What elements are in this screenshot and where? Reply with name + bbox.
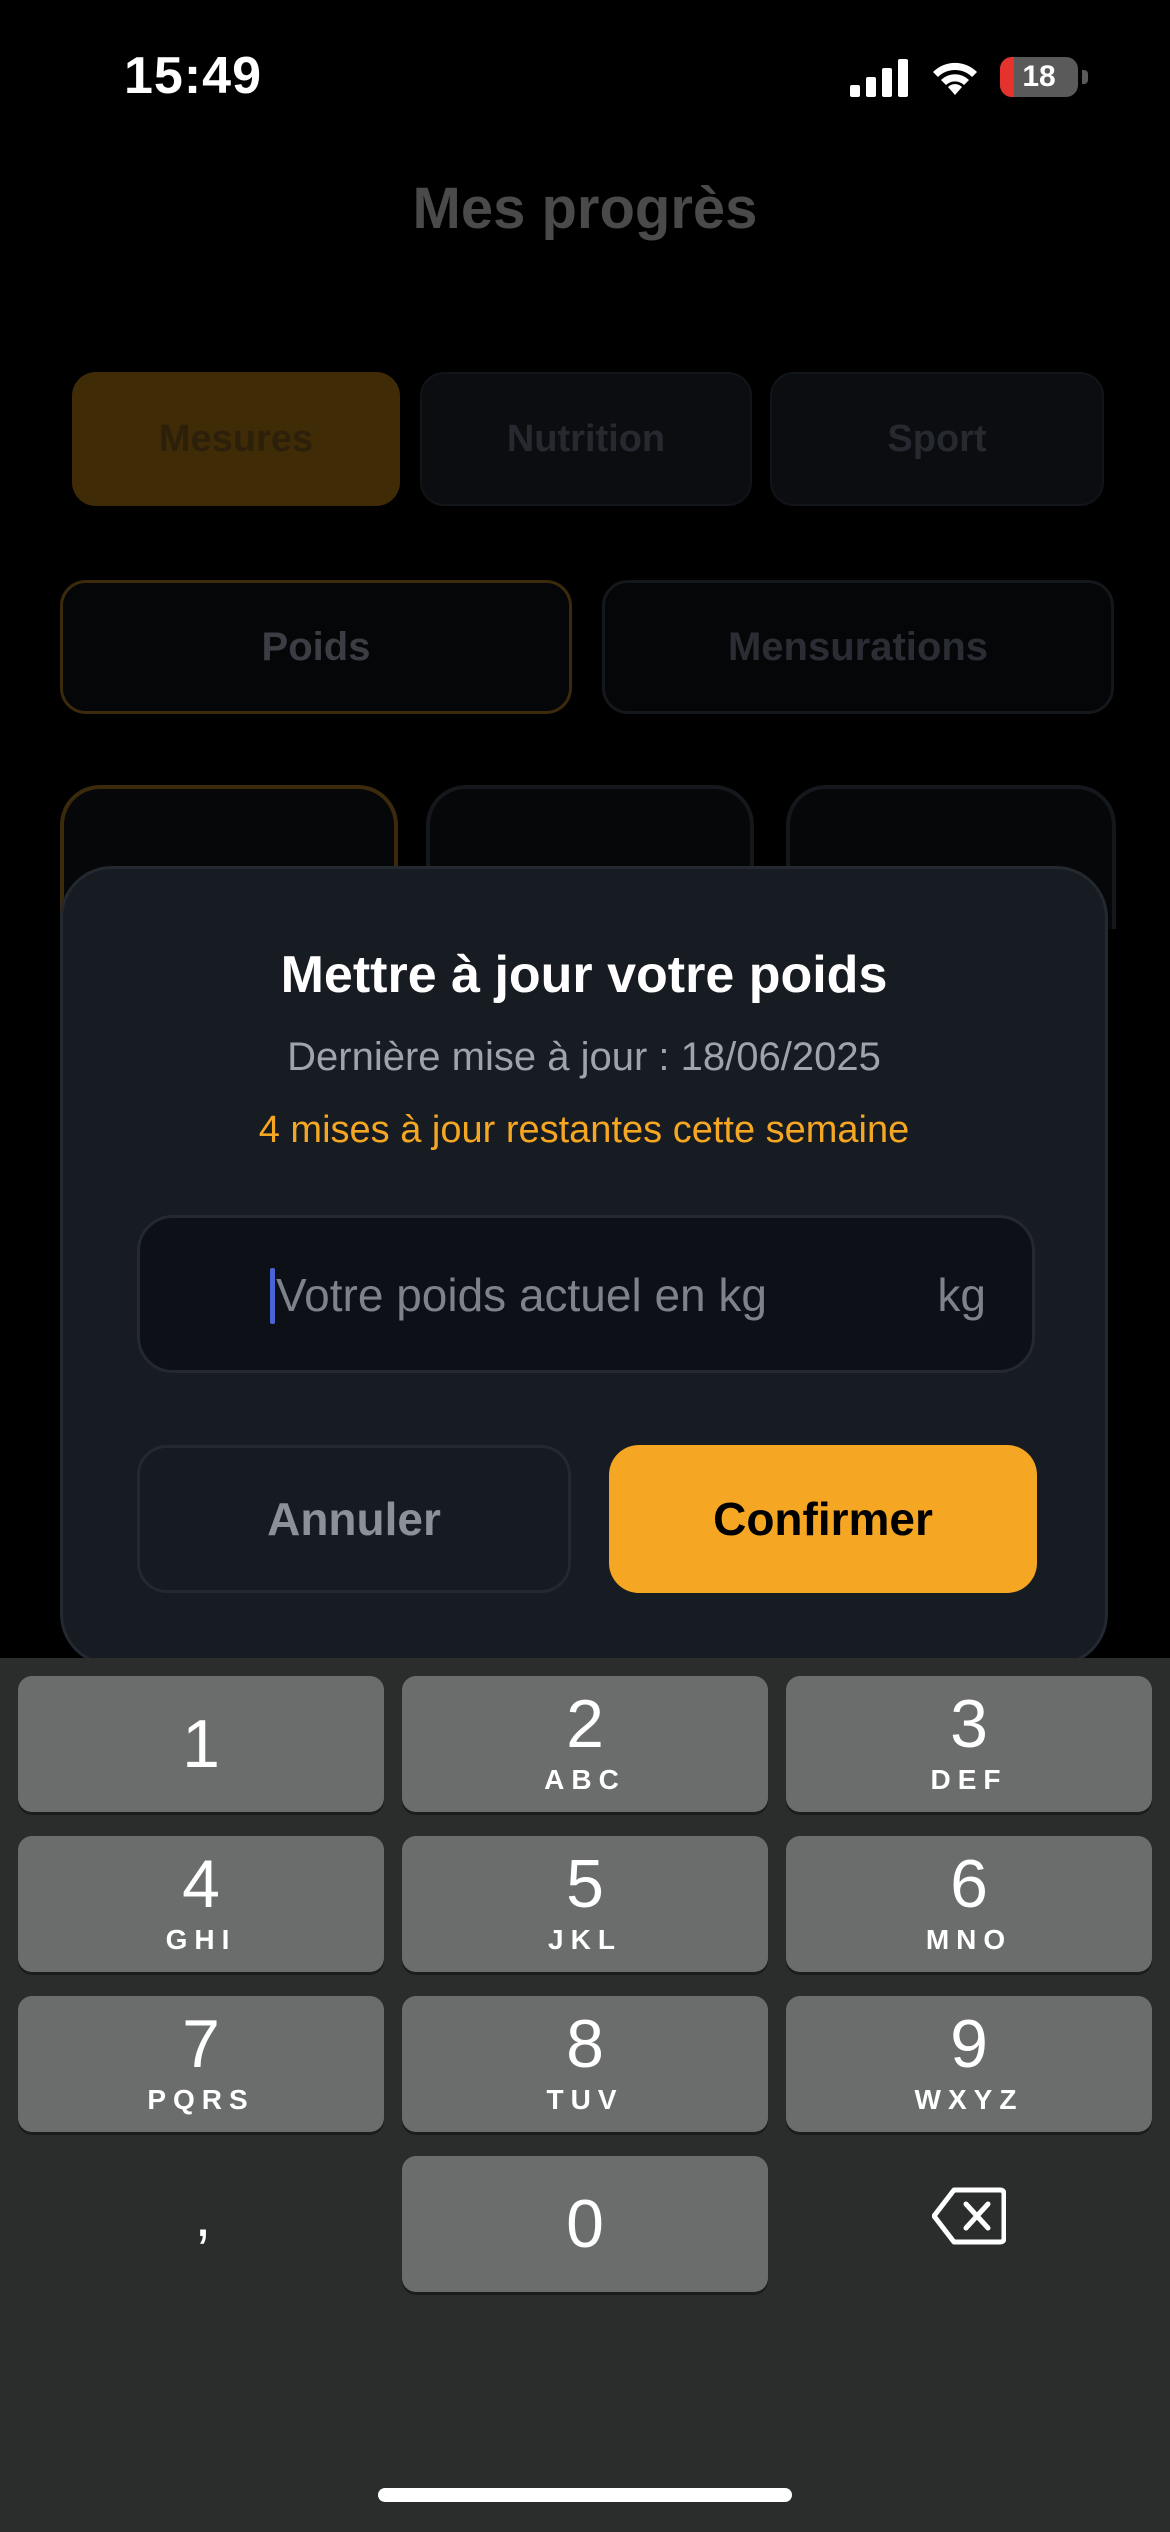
key-digit: 4 (182, 1846, 220, 1922)
key-5[interactable]: 5 JKL (402, 1836, 768, 1972)
last-update-text: Dernière mise à jour : 18/06/2025 (287, 1035, 881, 1079)
key-7[interactable]: 7 PQRS (18, 1996, 384, 2132)
key-comma[interactable]: , (20, 2148, 386, 2284)
key-digit: 7 (182, 2006, 220, 2082)
confirm-button[interactable]: Confirmer (609, 1445, 1037, 1593)
weight-input-placeholder: Votre poids actuel en kg (276, 1269, 767, 1321)
battery-fill (1000, 57, 1015, 97)
key-digit: 3 (950, 1686, 988, 1762)
update-weight-modal: Mettre à jour votre poids Dernière mise … (60, 866, 1108, 1666)
key-letters: GHI (165, 1924, 237, 1955)
text-caret (270, 1268, 275, 1324)
home-indicator[interactable] (378, 2488, 792, 2502)
key-2[interactable]: 2 ABC (402, 1676, 768, 1812)
key-4[interactable]: 4 GHI (18, 1836, 384, 1972)
key-digit: 5 (566, 1846, 604, 1922)
numeric-keyboard: 1 2 ABC 3 DEF 4 GHI 5 JKL 6 MNO 7 PQRS 8… (0, 1658, 1170, 2532)
status-icons: 18 (850, 52, 1088, 102)
key-0[interactable]: 0 (402, 2156, 768, 2292)
key-6[interactable]: 6 MNO (786, 1836, 1152, 1972)
tab-mesures[interactable]: Mesures (72, 372, 400, 506)
backspace-key[interactable] (786, 2148, 1152, 2284)
key-letters: MNO (925, 1924, 1013, 1955)
key-1[interactable]: 1 (18, 1676, 384, 1812)
remaining-updates-text: 4 mises à jour restantes cette semaine (258, 1109, 910, 1151)
battery-tip (1082, 70, 1088, 84)
cancel-button[interactable]: Annuler (137, 1445, 571, 1593)
tab-sport[interactable]: Sport (770, 372, 1104, 506)
wifi-icon (933, 62, 977, 95)
key-8[interactable]: 8 TUV (402, 1996, 768, 2132)
key-digit: 9 (950, 2006, 988, 2082)
weight-unit-label: kg (937, 1269, 986, 1321)
modal-title: Mettre à jour votre poids (280, 946, 888, 1004)
key-3[interactable]: 3 DEF (786, 1676, 1152, 1812)
subtab-mensurations[interactable]: Mensurations (602, 580, 1114, 714)
page-title: Mes progrès (412, 176, 758, 241)
key-letters: PQRS (147, 2084, 255, 2115)
key-digit: 1 (182, 1706, 220, 1782)
key-9[interactable]: 9 WXYZ (786, 1996, 1152, 2132)
key-letters: ABC (544, 1764, 626, 1795)
backspace-icon (932, 2187, 1006, 2245)
key-letters: TUV (546, 2084, 624, 2115)
key-letters: WXYZ (914, 2084, 1024, 2115)
status-time: 15:49 (124, 47, 262, 105)
battery-level: 18 (1022, 60, 1056, 93)
key-digit: 6 (950, 1846, 988, 1922)
signal-icon (850, 59, 908, 97)
key-letters: DEF (930, 1764, 1008, 1795)
key-digit: 8 (566, 2006, 604, 2082)
tab-nutrition[interactable]: Nutrition (420, 372, 752, 506)
subtab-poids[interactable]: Poids (60, 580, 572, 714)
key-digit: 0 (566, 2186, 604, 2262)
battery-icon: 18 (1000, 57, 1078, 97)
key-digit: 2 (566, 1686, 604, 1762)
weight-input[interactable]: Votre poids actuel en kg kg (137, 1215, 1035, 1373)
key-letters: JKL (548, 1924, 622, 1955)
